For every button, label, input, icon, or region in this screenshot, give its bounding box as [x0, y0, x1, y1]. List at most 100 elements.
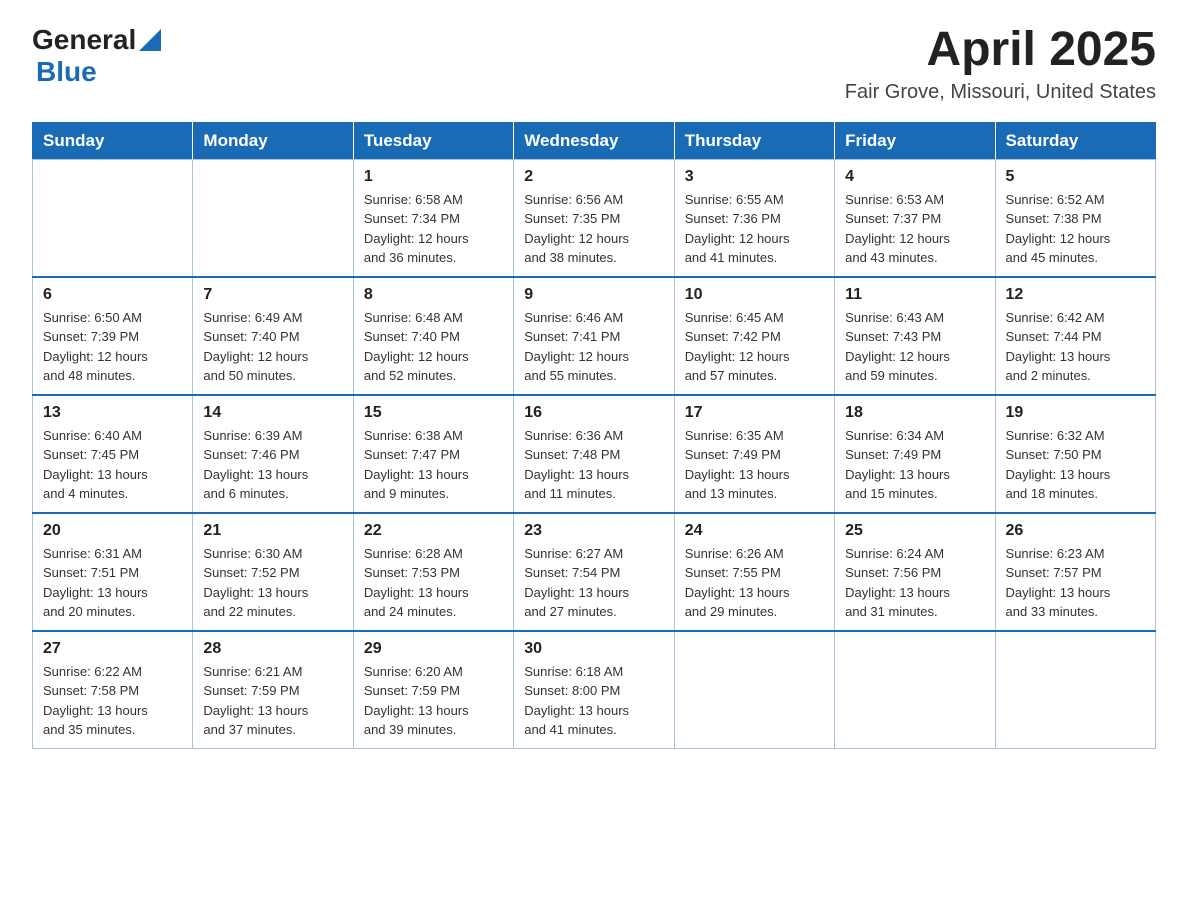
day-info: Sunrise: 6:53 AMSunset: 7:37 PMDaylight:… — [845, 190, 984, 268]
title-block: April 2025 Fair Grove, Missouri, United … — [845, 24, 1156, 104]
logo-general: General — [32, 24, 136, 56]
day-number: 22 — [364, 522, 503, 540]
day-number: 23 — [524, 522, 663, 540]
day-info: Sunrise: 6:30 AMSunset: 7:52 PMDaylight:… — [203, 544, 342, 622]
day-info: Sunrise: 6:20 AMSunset: 7:59 PMDaylight:… — [364, 662, 503, 740]
calendar-cell — [33, 159, 193, 277]
day-number: 20 — [43, 522, 182, 540]
calendar-cell: 15 Sunrise: 6:38 AMSunset: 7:47 PMDayligh… — [353, 395, 513, 513]
page-header: General Blue April 2025 Fair Grove, Miss… — [32, 24, 1156, 104]
col-header-wednesday: Wednesday — [514, 122, 674, 159]
day-number: 13 — [43, 404, 182, 422]
day-info: Sunrise: 6:28 AMSunset: 7:53 PMDaylight:… — [364, 544, 503, 622]
day-number: 18 — [845, 404, 984, 422]
day-info: Sunrise: 6:49 AMSunset: 7:40 PMDaylight:… — [203, 308, 342, 386]
day-number: 17 — [685, 404, 824, 422]
day-info: Sunrise: 6:40 AMSunset: 7:45 PMDaylight:… — [43, 426, 182, 504]
day-info: Sunrise: 6:18 AMSunset: 8:00 PMDaylight:… — [524, 662, 663, 740]
day-number: 16 — [524, 404, 663, 422]
day-number: 30 — [524, 640, 663, 658]
day-number: 28 — [203, 640, 342, 658]
day-info: Sunrise: 6:55 AMSunset: 7:36 PMDaylight:… — [685, 190, 824, 268]
day-info: Sunrise: 6:24 AMSunset: 7:56 PMDaylight:… — [845, 544, 984, 622]
calendar-cell: 16 Sunrise: 6:36 AMSunset: 7:48 PMDayligh… — [514, 395, 674, 513]
day-number: 19 — [1006, 404, 1145, 422]
day-number: 5 — [1006, 168, 1145, 186]
calendar-cell: 11Sunrise: 6:43 AMSunset: 7:43 PMDayligh… — [835, 277, 995, 395]
calendar-table: SundayMondayTuesdayWednesdayThursdayFrid… — [32, 122, 1156, 749]
calendar-week-row: 6Sunrise: 6:50 AMSunset: 7:39 PMDaylight… — [33, 277, 1156, 395]
calendar-cell: 29 Sunrise: 6:20 AMSunset: 7:59 PMDayligh… — [353, 631, 513, 749]
day-info: Sunrise: 6:38 AMSunset: 7:47 PMDaylight:… — [364, 426, 503, 504]
day-number: 21 — [203, 522, 342, 540]
calendar-cell: 3Sunrise: 6:55 AMSunset: 7:36 PMDaylight… — [674, 159, 834, 277]
day-number: 1 — [364, 168, 503, 186]
day-info: Sunrise: 6:42 AMSunset: 7:44 PMDaylight:… — [1006, 308, 1145, 386]
calendar-cell: 12 Sunrise: 6:42 AMSunset: 7:44 PMDayligh… — [995, 277, 1155, 395]
day-number: 2 — [524, 168, 663, 186]
day-info: Sunrise: 6:34 AMSunset: 7:49 PMDaylight:… — [845, 426, 984, 504]
day-number: 12 — [1006, 286, 1145, 304]
day-number: 8 — [364, 286, 503, 304]
day-info: Sunrise: 6:27 AMSunset: 7:54 PMDaylight:… — [524, 544, 663, 622]
day-info: Sunrise: 6:39 AMSunset: 7:46 PMDaylight:… — [203, 426, 342, 504]
day-number: 15 — [364, 404, 503, 422]
calendar-cell: 28 Sunrise: 6:21 AMSunset: 7:59 PMDayligh… — [193, 631, 353, 749]
day-number: 9 — [524, 286, 663, 304]
day-info: Sunrise: 6:26 AMSunset: 7:55 PMDaylight:… — [685, 544, 824, 622]
col-header-thursday: Thursday — [674, 122, 834, 159]
day-info: Sunrise: 6:52 AMSunset: 7:38 PMDaylight:… — [1006, 190, 1145, 268]
calendar-cell — [193, 159, 353, 277]
calendar-cell: 9 Sunrise: 6:46 AMSunset: 7:41 PMDaylight… — [514, 277, 674, 395]
calendar-cell: 17 Sunrise: 6:35 AMSunset: 7:49 PMDayligh… — [674, 395, 834, 513]
calendar-cell: 2 Sunrise: 6:56 AMSunset: 7:35 PMDaylight… — [514, 159, 674, 277]
day-number: 4 — [845, 168, 984, 186]
day-info: Sunrise: 6:56 AMSunset: 7:35 PMDaylight:… — [524, 190, 663, 268]
calendar-cell: 24 Sunrise: 6:26 AMSunset: 7:55 PMDayligh… — [674, 513, 834, 631]
day-info: Sunrise: 6:45 AMSunset: 7:42 PMDaylight:… — [685, 308, 824, 386]
col-header-friday: Friday — [835, 122, 995, 159]
calendar-header-row: SundayMondayTuesdayWednesdayThursdayFrid… — [33, 122, 1156, 159]
day-number: 6 — [43, 286, 182, 304]
calendar-week-row: 20Sunrise: 6:31 AMSunset: 7:51 PMDayligh… — [33, 513, 1156, 631]
col-header-tuesday: Tuesday — [353, 122, 513, 159]
logo-triangle-icon — [139, 29, 161, 51]
day-number: 24 — [685, 522, 824, 540]
calendar-cell: 26Sunrise: 6:23 AMSunset: 7:57 PMDayligh… — [995, 513, 1155, 631]
day-info: Sunrise: 6:43 AMSunset: 7:43 PMDaylight:… — [845, 308, 984, 386]
calendar-cell: 10 Sunrise: 6:45 AMSunset: 7:42 PMDayligh… — [674, 277, 834, 395]
calendar-cell: 14Sunrise: 6:39 AMSunset: 7:46 PMDayligh… — [193, 395, 353, 513]
calendar-cell: 25 Sunrise: 6:24 AMSunset: 7:56 PMDayligh… — [835, 513, 995, 631]
logo: General Blue — [32, 24, 161, 88]
month-year-title: April 2025 — [845, 24, 1156, 77]
calendar-cell: 22 Sunrise: 6:28 AMSunset: 7:53 PMDayligh… — [353, 513, 513, 631]
day-info: Sunrise: 6:35 AMSunset: 7:49 PMDaylight:… — [685, 426, 824, 504]
calendar-cell — [674, 631, 834, 749]
calendar-cell: 30 Sunrise: 6:18 AMSunset: 8:00 PMDayligh… — [514, 631, 674, 749]
col-header-sunday: Sunday — [33, 122, 193, 159]
col-header-monday: Monday — [193, 122, 353, 159]
col-header-saturday: Saturday — [995, 122, 1155, 159]
day-info: Sunrise: 6:22 AMSunset: 7:58 PMDaylight:… — [43, 662, 182, 740]
calendar-cell: 4 Sunrise: 6:53 AMSunset: 7:37 PMDaylight… — [835, 159, 995, 277]
day-number: 10 — [685, 286, 824, 304]
logo-blue: Blue — [36, 56, 97, 88]
day-info: Sunrise: 6:36 AMSunset: 7:48 PMDaylight:… — [524, 426, 663, 504]
calendar-cell: 23 Sunrise: 6:27 AMSunset: 7:54 PMDayligh… — [514, 513, 674, 631]
day-info: Sunrise: 6:21 AMSunset: 7:59 PMDaylight:… — [203, 662, 342, 740]
calendar-cell: 8Sunrise: 6:48 AMSunset: 7:40 PMDaylight… — [353, 277, 513, 395]
calendar-cell: 13 Sunrise: 6:40 AMSunset: 7:45 PMDayligh… — [33, 395, 193, 513]
calendar-cell — [995, 631, 1155, 749]
day-number: 29 — [364, 640, 503, 658]
calendar-cell: 7Sunrise: 6:49 AMSunset: 7:40 PMDaylight… — [193, 277, 353, 395]
calendar-week-row: 13 Sunrise: 6:40 AMSunset: 7:45 PMDayligh… — [33, 395, 1156, 513]
day-info: Sunrise: 6:58 AMSunset: 7:34 PMDaylight:… — [364, 190, 503, 268]
day-number: 26 — [1006, 522, 1145, 540]
day-info: Sunrise: 6:46 AMSunset: 7:41 PMDaylight:… — [524, 308, 663, 386]
calendar-cell: 19Sunrise: 6:32 AMSunset: 7:50 PMDayligh… — [995, 395, 1155, 513]
calendar-cell — [835, 631, 995, 749]
location-subtitle: Fair Grove, Missouri, United States — [845, 81, 1156, 104]
day-number: 25 — [845, 522, 984, 540]
calendar-cell: 27Sunrise: 6:22 AMSunset: 7:58 PMDayligh… — [33, 631, 193, 749]
calendar-cell: 6Sunrise: 6:50 AMSunset: 7:39 PMDaylight… — [33, 277, 193, 395]
